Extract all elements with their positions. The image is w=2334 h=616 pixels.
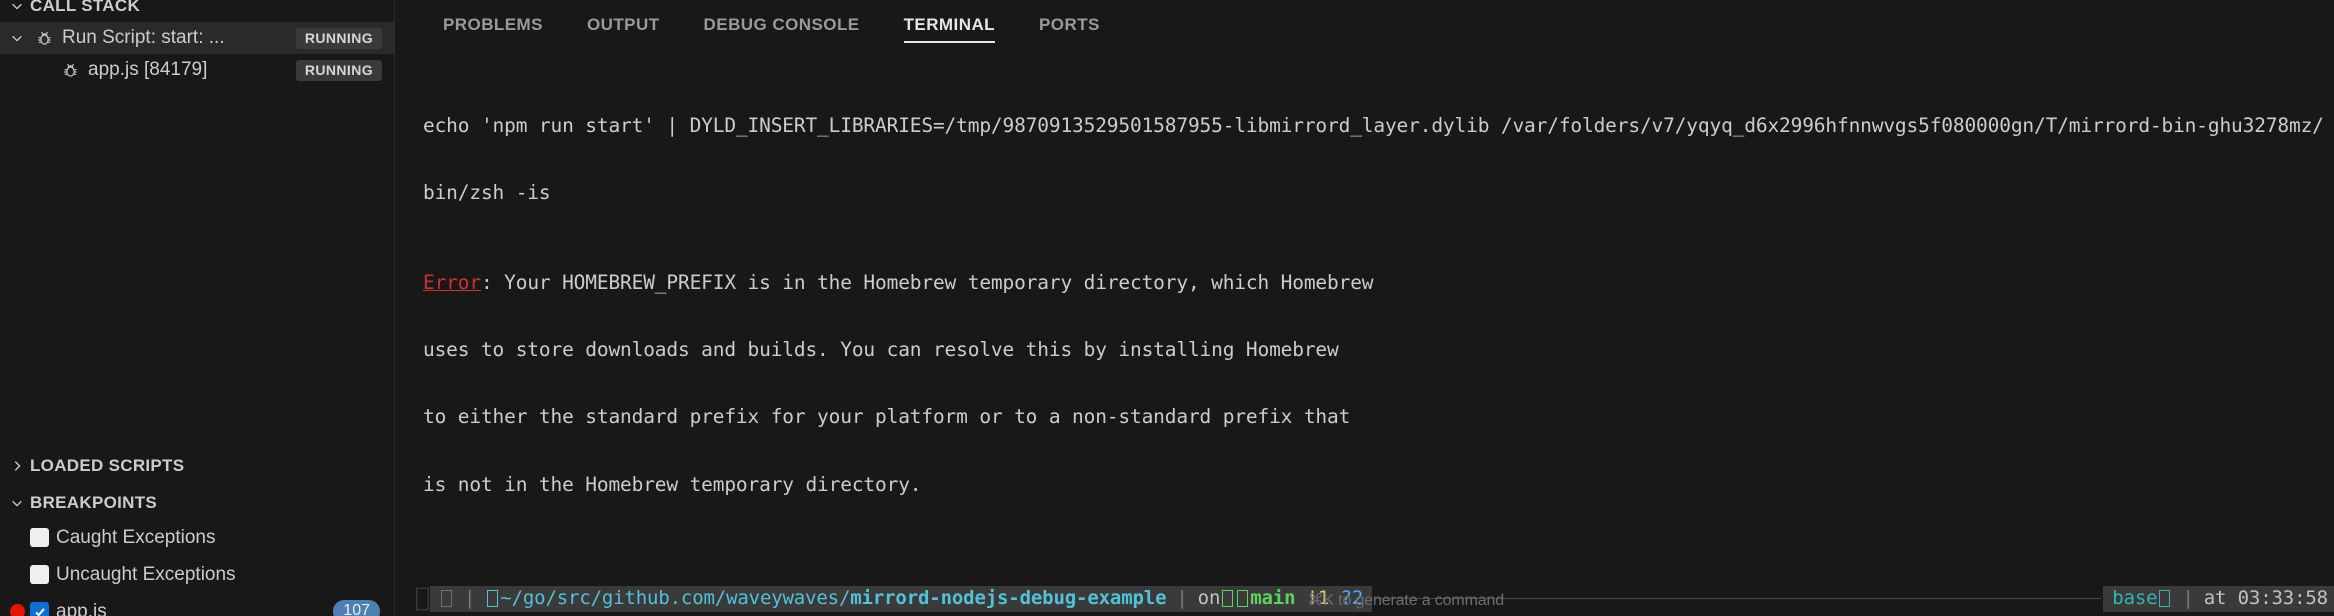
breakpoint-line-badge: 107 [333,600,380,616]
call-stack-thread-label: app.js [84179] [88,59,208,80]
bottom-panel: PROBLEMS OUTPUT DEBUG CONSOLE TERMINAL P… [395,0,2334,616]
terminal-line: to either the standard prefix for your p… [423,405,1351,429]
chevron-down-icon[interactable] [4,490,30,516]
call-stack-session-label: Run Script: start: ... [62,27,225,48]
breakpoint-label: Uncaught Exceptions [56,563,236,585]
breakpoints-section: BREAKPOINTS Caught Exceptions Uncaught E… [0,487,394,616]
status-badge: RUNNING [295,27,382,49]
loaded-scripts-section: LOADED SCRIPTS [0,450,394,482]
call-stack-section: CALL STACK [0,0,394,22]
breakpoints-header[interactable]: BREAKPOINTS [0,487,394,519]
breakpoint-item-uncaught-exceptions[interactable]: Uncaught Exceptions [0,556,394,593]
tab-ports[interactable]: PORTS [1017,15,1122,46]
breakpoint-label: Caught Exceptions [56,526,216,548]
panel-tab-bar: PROBLEMS OUTPUT DEBUG CONSOLE TERMINAL P… [395,0,2334,46]
breakpoint-label: app.js [56,600,107,616]
terminal-line: echo 'npm run start' | DYLD_INSERT_LIBRA… [423,114,2324,138]
tab-debug-console[interactable]: DEBUG CONSOLE [682,15,882,46]
status-badge: RUNNING [295,59,382,81]
tab-output[interactable]: OUTPUT [565,15,682,46]
terminal-line: uses to store downloads and builds. You … [423,338,1339,362]
generate-command-hint: ⌘K to generate a command [1307,591,1504,609]
breakpoint-item-app-js[interactable]: app.js 107 [0,593,394,616]
debug-sidebar: CALL STACK Run Script: start: ... RUNNIN… [0,0,395,616]
error-text: : Your HOMEBREW_PREFIX is in the Homebre… [480,271,1374,295]
bug-icon [30,30,58,47]
error-label: Error [423,271,481,295]
checkbox-checked-icon[interactable] [30,602,49,616]
breakpoints-title: BREAKPOINTS [30,493,158,512]
loaded-scripts-header[interactable]: LOADED SCRIPTS [0,450,394,482]
chevron-down-icon[interactable] [4,25,30,51]
call-stack-row-session[interactable]: Run Script: start: ... RUNNING [0,22,394,54]
tab-terminal[interactable]: TERMINAL [882,15,1017,46]
call-stack-rows: Run Script: start: ... RUNNING app.js [8… [0,22,394,86]
call-stack-title: CALL STACK [30,0,141,15]
terminal-line: is not in the Homebrew temporary directo… [423,472,922,496]
call-stack-row-thread[interactable]: app.js [84179] RUNNING [0,54,394,86]
bug-icon [56,62,84,79]
checkbox-unchecked-icon[interactable] [30,565,49,584]
breakpoint-item-caught-exceptions[interactable]: Caught Exceptions [0,519,394,556]
breakpoint-dot-icon[interactable] [10,604,25,616]
vscode-debug-window: CALL STACK Run Script: start: ... RUNNIN… [0,0,2334,616]
call-stack-header[interactable]: CALL STACK [0,0,394,22]
chevron-right-icon[interactable] [4,453,30,479]
terminal-line: bin/zsh -is [423,181,551,205]
chevron-down-icon[interactable] [4,0,30,19]
checkbox-unchecked-icon[interactable] [30,528,49,547]
terminal-error-line: Error: Your HOMEBREW_PREFIX is in the Ho… [423,271,2334,295]
tab-problems[interactable]: PROBLEMS [421,15,565,46]
loaded-scripts-title: LOADED SCRIPTS [30,456,185,475]
terminal-output[interactable]: echo 'npm run start' | DYLD_INSERT_LIBRA… [395,46,2334,616]
